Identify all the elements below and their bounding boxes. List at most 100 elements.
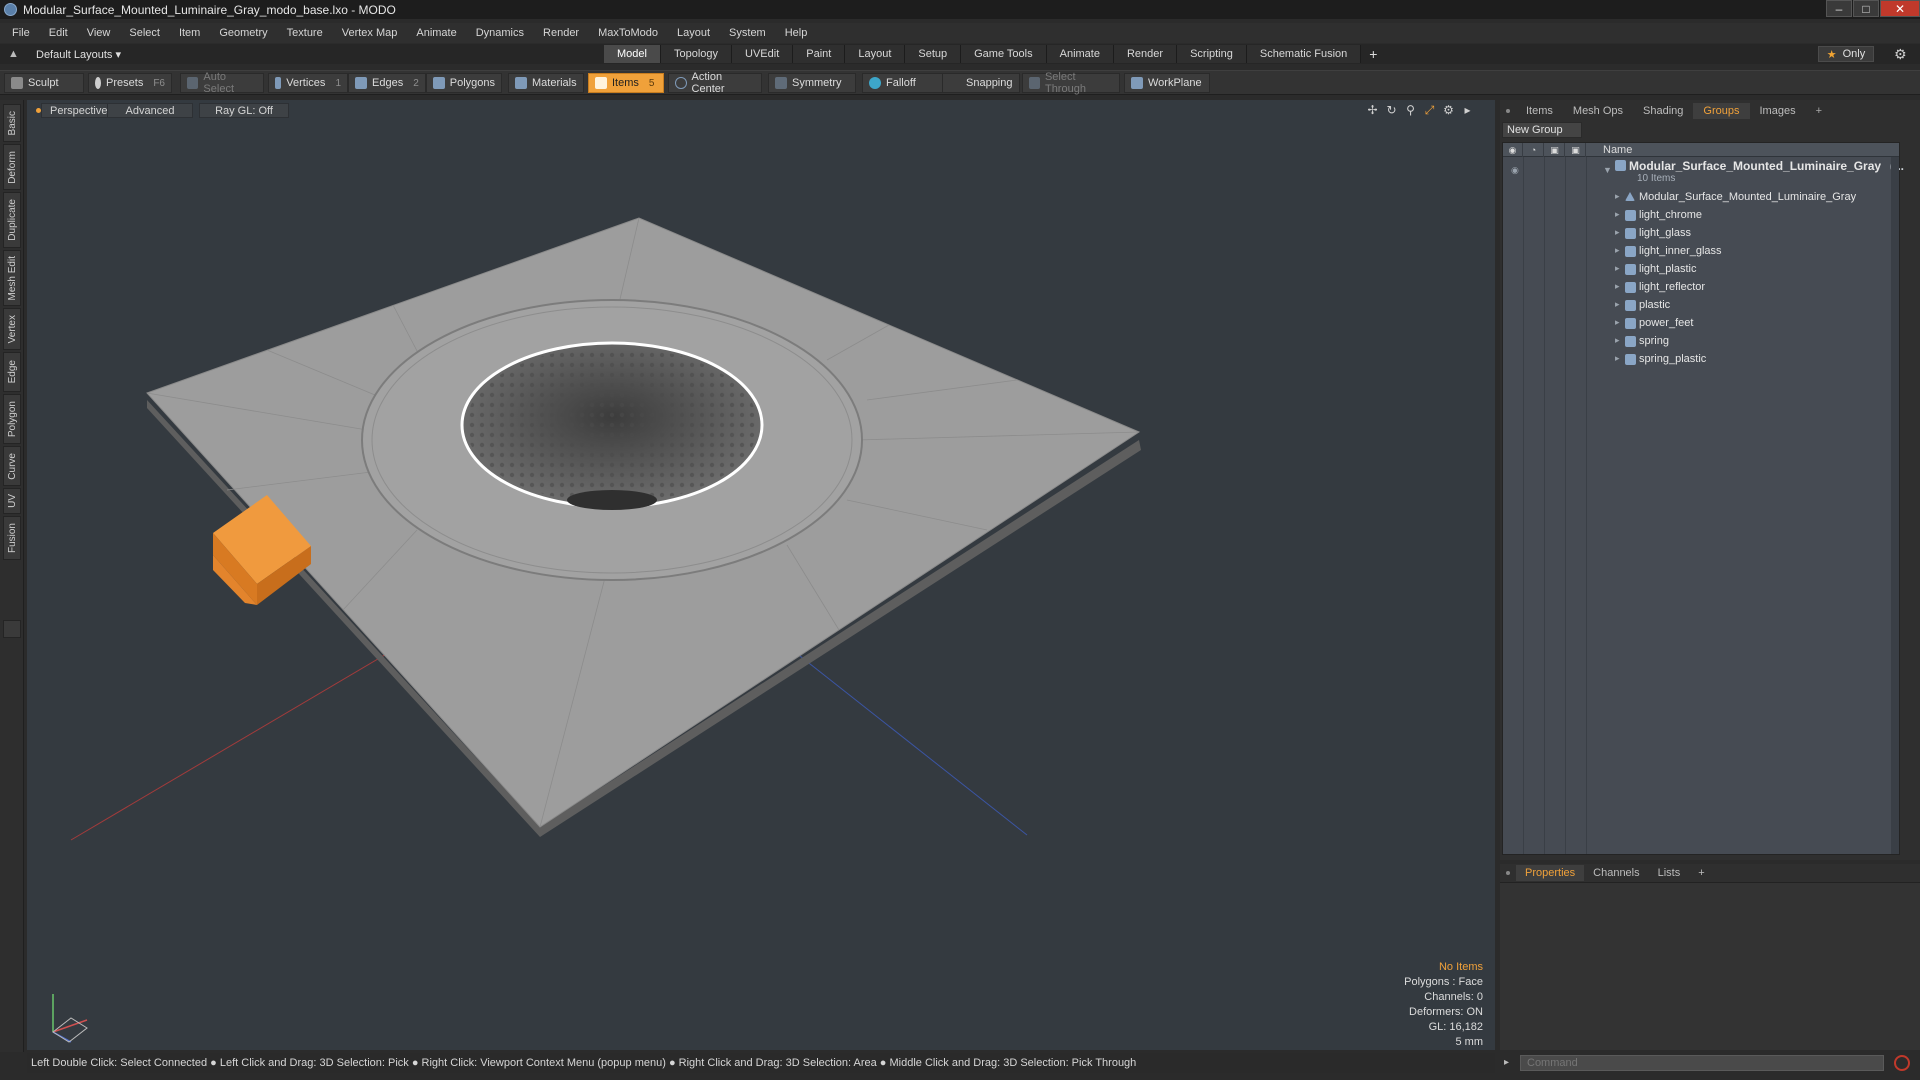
tab-groups[interactable]: Groups [1693,103,1750,119]
tab-paint[interactable]: Paint [793,45,846,63]
menu-file[interactable]: File [12,27,30,39]
tab-scripting[interactable]: Scripting [1177,45,1247,63]
menu-maxtomodo[interactable]: MaxToModo [598,27,658,39]
list-item[interactable]: ▸ spring [1503,333,1899,351]
visibility-col-icon[interactable]: ◉ [1503,143,1523,157]
menu-animate[interactable]: Animate [416,27,456,39]
sculpt-button[interactable]: Sculpt [4,73,84,93]
expand-arrow-icon[interactable]: ▸ [1615,335,1620,346]
list-item[interactable]: ▸ light_glass [1503,225,1899,243]
tab-schematic-fusion[interactable]: Schematic Fusion [1246,45,1362,63]
add-properties-tab-button[interactable]: + [1689,865,1713,881]
vtab-fusion[interactable]: Fusion [3,516,21,560]
groups-tree[interactable]: ◉ ◔ ▣ ▣ Name ◉ ▼ Modular_Surface_Mounted… [1502,142,1904,855]
menu-texture[interactable]: Texture [287,27,323,39]
fit-icon[interactable]: ⤢ [1420,103,1439,118]
zoom-icon[interactable]: ⚲ [1401,103,1420,118]
tab-mesh-ops[interactable]: Mesh Ops [1563,103,1633,119]
expand-arrow-icon[interactable]: ▸ [1615,209,1620,220]
command-input[interactable] [1520,1055,1884,1071]
expand-arrow-icon[interactable]: ▸ [1615,299,1620,310]
expand-arrow-icon[interactable]: ▸ [1615,317,1620,328]
edges-button[interactable]: Edges 2 [348,73,426,93]
perspective-button[interactable]: Perspective [41,103,117,118]
layout-collapse-icon[interactable]: ▲ [8,48,22,60]
vtab-deform[interactable]: Deform [3,144,21,190]
tab-topology[interactable]: Topology [660,45,733,63]
command-stop-icon[interactable] [1894,1055,1910,1071]
name-column-header[interactable]: Name [1603,143,1632,157]
falloff-button[interactable]: Falloff [862,73,946,93]
panel-menu-dot[interactable] [1506,109,1510,113]
lock-col-icon[interactable]: ▣ [1545,143,1565,157]
settings-icon[interactable]: ⚙ [1439,103,1458,118]
list-item[interactable]: ▸ Modular_Surface_Mounted_Luminaire_Gray [1503,189,1899,207]
minimize-button[interactable]: – [1826,0,1852,17]
action-center-button[interactable]: Action Center [668,71,762,95]
close-button[interactable]: ✕ [1880,0,1920,17]
tab-properties[interactable]: Properties [1516,865,1585,881]
snapping-button[interactable]: Snapping [942,73,1020,93]
list-item[interactable]: ▸ light_reflector [1503,279,1899,297]
tab-render[interactable]: Render [1113,45,1178,63]
vtab-duplicate[interactable]: Duplicate [3,192,21,248]
pan-icon[interactable]: ✢ [1363,103,1382,118]
tab-lists[interactable]: Lists [1649,865,1690,881]
tab-channels[interactable]: Channels [1584,865,1648,881]
menu-edit[interactable]: Edit [49,27,68,39]
tree-scrollbar[interactable] [1891,157,1899,854]
add-tab-button[interactable]: + [1361,45,1385,63]
menu-layout[interactable]: Layout [677,27,710,39]
rotate-icon[interactable]: ↻ [1382,103,1401,118]
vtab-curve[interactable]: Curve [3,446,21,486]
expand-icon[interactable]: ▸ [1458,103,1477,118]
expand-arrow-icon[interactable]: ▸ [1615,227,1620,238]
eye-icon[interactable]: ◉ [1511,165,1519,176]
auto-select-button[interactable]: Auto Select [180,71,264,95]
only-button[interactable]: ★ Only [1818,46,1874,62]
command-history-icon[interactable]: ▸ [1504,1057,1509,1068]
tab-game-tools[interactable]: Game Tools [961,45,1047,63]
add-panel-tab-button[interactable]: + [1806,103,1832,119]
list-item[interactable]: ▸ light_plastic [1503,261,1899,279]
vtab-toggle[interactable] [3,620,21,638]
symmetry-button[interactable]: Symmetry [768,73,856,93]
menu-render[interactable]: Render [543,27,579,39]
vtab-uv[interactable]: UV [3,488,21,514]
3d-viewport[interactable]: Perspective Advanced Ray GL: Off ✢ ↻ ⚲ ⤢… [27,100,1495,1050]
materials-button[interactable]: Materials [508,73,584,93]
vtab-vertex[interactable]: Vertex [3,308,21,350]
expand-arrow-icon[interactable]: ▸ [1615,245,1620,256]
polygons-button[interactable]: Polygons [426,73,502,93]
presets-button[interactable]: Presets F6 [88,73,172,93]
vtab-edge[interactable]: Edge [3,352,21,392]
expand-arrow-icon[interactable]: ▸ [1615,263,1620,274]
menu-dynamics[interactable]: Dynamics [476,27,524,39]
maximize-button[interactable]: □ [1853,0,1879,17]
expand-arrow-icon[interactable]: ▸ [1615,353,1620,364]
list-item[interactable]: ▸ spring_plastic [1503,351,1899,369]
tab-animate[interactable]: Animate [1046,45,1114,63]
tab-model[interactable]: Model [604,45,661,63]
vtab-mesh-edit[interactable]: Mesh Edit [3,250,21,306]
menu-help[interactable]: Help [785,27,808,39]
list-item[interactable]: ▸ light_inner_glass [1503,243,1899,261]
tab-uvedit[interactable]: UVEdit [732,45,794,63]
menu-item[interactable]: Item [179,27,200,39]
menu-system[interactable]: System [729,27,766,39]
vertices-button[interactable]: Vertices 1 [268,73,348,93]
expand-arrow-icon[interactable]: ▸ [1615,281,1620,292]
tab-setup[interactable]: Setup [905,45,962,63]
tab-items[interactable]: Items [1516,103,1563,119]
tab-shading[interactable]: Shading [1633,103,1693,119]
raygl-button[interactable]: Ray GL: Off [199,103,289,118]
scene-render[interactable] [27,100,1495,1050]
workplane-button[interactable]: WorkPlane [1124,73,1210,93]
list-item[interactable]: ▸ plastic [1503,297,1899,315]
select-through-button[interactable]: Select Through [1022,71,1120,95]
expand-arrow-icon[interactable]: ▸ [1615,191,1620,202]
properties-menu-dot[interactable] [1506,871,1510,875]
vtab-basic[interactable]: Basic [3,104,21,142]
new-group-button[interactable]: New Group [1502,122,1582,138]
items-button[interactable]: Items 5 [588,73,664,93]
